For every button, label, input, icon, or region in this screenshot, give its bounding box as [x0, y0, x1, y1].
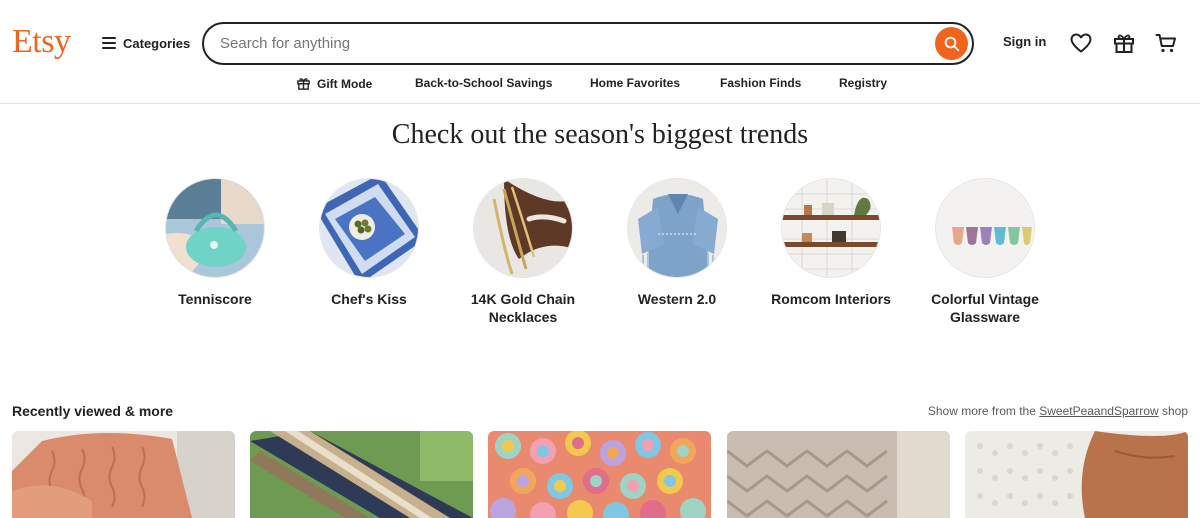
listing-image — [12, 431, 235, 518]
trends-heading: Check out the season's biggest trends — [391, 119, 809, 150]
trend-image — [627, 178, 727, 278]
trend-label: Chef's Kiss — [331, 291, 407, 307]
trend-gold-chain-necklaces[interactable]: 14K Gold Chain Necklaces — [448, 178, 598, 326]
listing-image — [488, 431, 711, 518]
gift-icon[interactable] — [1112, 31, 1136, 55]
nav-item-home-favorites[interactable]: Home Favorites — [590, 76, 680, 90]
gift-icon — [297, 78, 310, 90]
listing-image — [727, 431, 950, 518]
listing-card[interactable] — [965, 431, 1188, 518]
menu-icon — [102, 37, 116, 49]
trend-western[interactable]: Western 2.0 — [602, 178, 752, 308]
search-input[interactable] — [220, 35, 910, 52]
shop-link[interactable]: SweetPeaandSparrow — [1039, 404, 1158, 418]
search-button[interactable] — [935, 27, 968, 60]
trend-romcom-interiors[interactable]: Romcom Interiors — [756, 178, 906, 308]
trend-chefs-kiss[interactable]: Chef's Kiss — [294, 178, 444, 308]
listing-image — [965, 431, 1188, 518]
etsy-logo[interactable]: Etsy — [12, 20, 71, 64]
trend-vintage-glassware[interactable]: Colorful Vintage Glassware — [910, 178, 1060, 326]
trend-tenniscore[interactable]: Tenniscore — [140, 178, 290, 308]
nav-item-back-to-school[interactable]: Back-to-School Savings — [415, 76, 552, 90]
site-header: Etsy Categories Sign in — [0, 0, 1200, 104]
sign-in-link[interactable]: Sign in — [1003, 34, 1046, 49]
trend-image — [781, 178, 881, 278]
show-more-from-shop: Show more from the SweetPeaandSparrow sh… — [928, 404, 1188, 418]
listing-card[interactable] — [250, 431, 473, 518]
listing-image — [250, 431, 473, 518]
listing-card[interactable] — [488, 431, 711, 518]
search-bar — [202, 22, 974, 65]
nav-item-label: Gift Mode — [317, 76, 373, 91]
trend-label: Romcom Interiors — [771, 291, 891, 307]
show-more-prefix: Show more from the — [927, 404, 1040, 418]
listing-card[interactable] — [12, 431, 235, 518]
trend-image — [473, 178, 573, 278]
trend-image — [935, 178, 1035, 278]
nav-item-fashion-finds[interactable]: Fashion Finds — [720, 76, 801, 90]
cart-icon[interactable] — [1154, 31, 1178, 55]
heart-icon[interactable] — [1069, 31, 1093, 55]
show-more-suffix: shop — [1158, 404, 1188, 418]
categories-label: Categories — [123, 35, 191, 51]
trend-image — [319, 178, 419, 278]
listing-card[interactable] — [727, 431, 950, 518]
nav-item-registry[interactable]: Registry — [839, 76, 887, 90]
trend-label: Tenniscore — [178, 291, 252, 307]
trend-label: Western 2.0 — [637, 291, 717, 307]
trend-label: 14K Gold Chain Necklaces — [470, 291, 576, 325]
categories-button[interactable]: Categories — [102, 32, 190, 54]
nav-item-gift-mode[interactable]: Gift Mode — [296, 76, 372, 91]
recently-viewed-heading: Recently viewed & more — [12, 403, 174, 419]
search-icon — [944, 36, 959, 51]
category-nav: Gift Mode Back-to-School Savings Home Fa… — [0, 72, 1200, 96]
trend-label: Colorful Vintage Glassware — [931, 291, 1039, 325]
trend-image — [165, 178, 265, 278]
